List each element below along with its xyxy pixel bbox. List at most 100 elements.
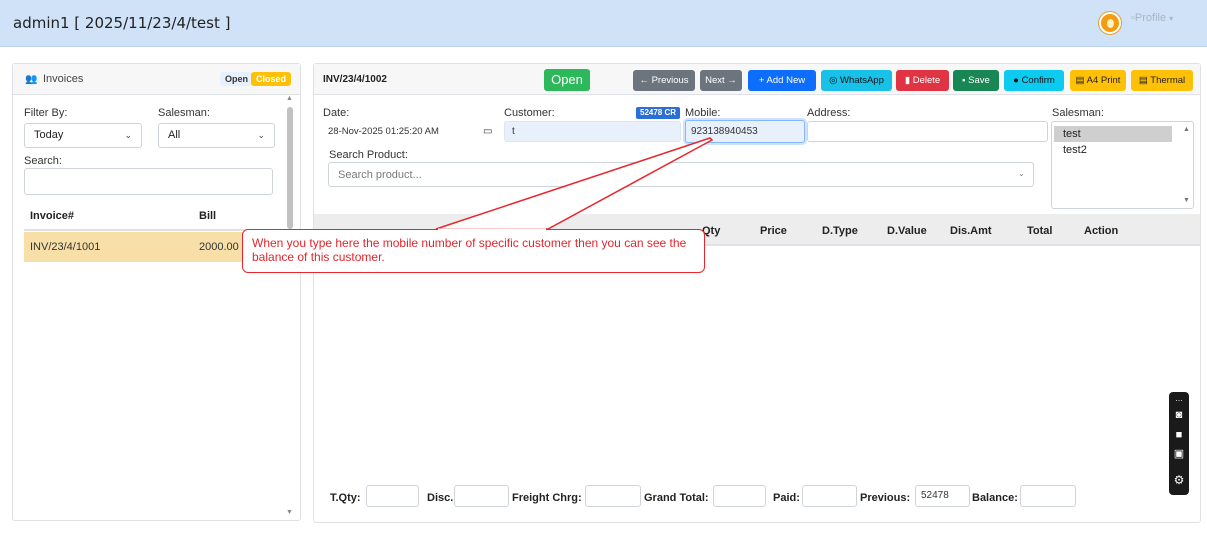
date-label: Date: [323,107,350,119]
salesman-filter-label: Salesman: [158,107,210,119]
salesman-listbox[interactable]: test test2 ▲ ▼ [1051,121,1194,209]
tqty-input[interactable] [366,485,419,507]
date-value: 28-Nov-2025 01:25:20 AM [328,126,439,137]
freight-input[interactable] [585,485,641,507]
avatar[interactable] [1099,12,1121,34]
thermal-print-button[interactable]: ▤ Thermal [1131,70,1193,91]
save-icon: ▪ [962,75,966,86]
filter-by-value: Today [34,129,64,141]
chevron-down-icon: ⌄ [1018,169,1025,178]
search-product-label: Search Product: [329,149,408,161]
printer-icon: ▤ [1075,75,1085,86]
customer-balance-badge: 52478 CR [636,107,681,119]
mobile-label: Mobile: [685,107,721,119]
scroll-up-icon[interactable]: ▲ [1183,126,1190,133]
closed-filter-badge[interactable]: Closed [251,72,292,86]
next-button[interactable]: Next → [700,70,742,91]
gear-icon[interactable]: ⚙ [1172,474,1186,486]
trash-icon: ▮ [904,75,911,86]
chevron-down-icon: ▾ [1169,14,1174,23]
disc-label: Disc.: [427,492,457,504]
invoice-number: INV/23/4/1002 [323,74,387,85]
previous-button[interactable]: ← Previous [633,70,695,91]
bill-cell: 2000.00 [199,241,239,253]
address-label: Address: [807,107,851,119]
customer-input[interactable]: t [504,121,681,142]
disc-input[interactable] [454,485,509,507]
chevron-down-icon: ⌄ [257,130,265,140]
address-input[interactable] [807,121,1048,142]
salesman-filter-select[interactable]: All ⌄ [158,123,275,148]
printer-icon: ▤ [1138,75,1148,86]
invoice-editor-panel: INV/23/4/1002 Open ← Previous Next → + A… [313,63,1201,523]
calendar-icon[interactable]: ▭ [483,126,492,137]
filter-by-label: Filter By: [24,107,68,119]
open-filter-badge[interactable]: Open [220,72,254,86]
column-price: Price [760,225,787,237]
salesman-option[interactable]: test2 [1054,142,1172,158]
save-button[interactable]: ▪ Save [953,70,999,91]
column-total: Total [1027,225,1053,237]
invoice-number-cell: INV/23/4/1001 [30,241,101,253]
scroll-down-icon[interactable]: ▼ [286,509,293,516]
invoices-panel: 👥 Invoices Open Closed Filter By: Salesm… [12,63,301,521]
balance-label: Balance: [972,492,1018,504]
chevron-down-icon: ⌄ [124,130,132,140]
window-icon[interactable]: ▣ [1172,448,1186,460]
a4-print-button[interactable]: ▤ A4 Print [1070,70,1126,91]
paid-input[interactable] [802,485,857,507]
customer-label: Customer: [504,107,555,119]
users-icon: 👥 [25,74,38,85]
invoice-search-input[interactable] [24,168,273,195]
more-icon[interactable]: ⋯ [1172,396,1186,408]
page-title: admin1 [ 2025/11/23/4/test ] [13,14,231,32]
invoices-panel-header: 👥 Invoices Open Closed [13,64,300,95]
balance-input[interactable] [1020,485,1076,507]
product-search-placeholder: Search product... [338,169,422,181]
scroll-up-icon[interactable]: ▲ [286,95,293,102]
search-label: Search: [24,155,62,167]
scroll-down-icon[interactable]: ▼ [1183,197,1190,204]
column-action: Action [1084,225,1119,237]
mobile-input[interactable]: 923138940453 [685,120,805,143]
column-d-type: D.Type [822,225,858,237]
annotation-callout: When you type here the mobile number of … [242,229,705,273]
whatsapp-icon: ◎ [829,75,838,86]
add-new-button[interactable]: + Add New [748,70,816,91]
scrollbar-thumb[interactable] [287,107,293,229]
top-header: admin1 [ 2025/11/23/4/test ] ▫Profile ▾ [0,0,1207,47]
product-search-input[interactable]: Search product... ⌄ [328,162,1034,187]
customer-value: t [512,126,515,137]
salesman-option[interactable]: test [1054,126,1172,142]
column-dis-amt: Dis.Amt [950,225,992,237]
grand-total-label: Grand Total: [644,492,709,504]
confirm-button[interactable]: ● Confirm [1004,70,1064,91]
date-input[interactable]: 28-Nov-2025 01:25:20 AM ▭ [323,121,500,142]
camera-icon[interactable]: ◙ [1172,409,1186,421]
salesman-label: Salesman: [1052,107,1104,119]
whatsapp-button[interactable]: ◎ WhatsApp [821,70,892,91]
check-circle-icon: ● [1013,75,1019,86]
paid-label: Paid: [773,492,800,504]
column-invoice: Invoice# [30,210,75,222]
delete-button[interactable]: ▮ Delete [896,70,949,91]
totals-footer: T.Qty: Disc.: Freight Chrg: Grand Total:… [314,484,1200,514]
table-row[interactable]: INV/23/4/1001 2000.00 [24,232,272,262]
invoices-title: Invoices [43,73,84,85]
profile-label: Profile [1134,12,1167,24]
left-panel-scrollbar[interactable]: ▲ ▼ [286,95,294,521]
capture-toolbar: ⋯ ◙ ■ ▣ ⚙ [1169,392,1189,495]
tqty-label: T.Qty: [330,492,361,504]
video-icon[interactable]: ■ [1172,429,1186,441]
previous-label: Previous: [860,492,911,504]
filter-by-select[interactable]: Today ⌄ [24,123,142,148]
salesman-filter-value: All [168,129,181,141]
status-badge: Open [544,69,590,91]
previous-balance-input[interactable]: 52478 [915,485,970,507]
mobile-value: 923138940453 [691,126,758,137]
invoice-table-header: Invoice# Bill [24,201,272,231]
freight-label: Freight Chrg: [512,492,582,504]
column-bill: Bill [199,210,217,222]
profile-menu[interactable]: ▫Profile ▾ [1131,12,1173,24]
grand-total-input[interactable] [713,485,766,507]
